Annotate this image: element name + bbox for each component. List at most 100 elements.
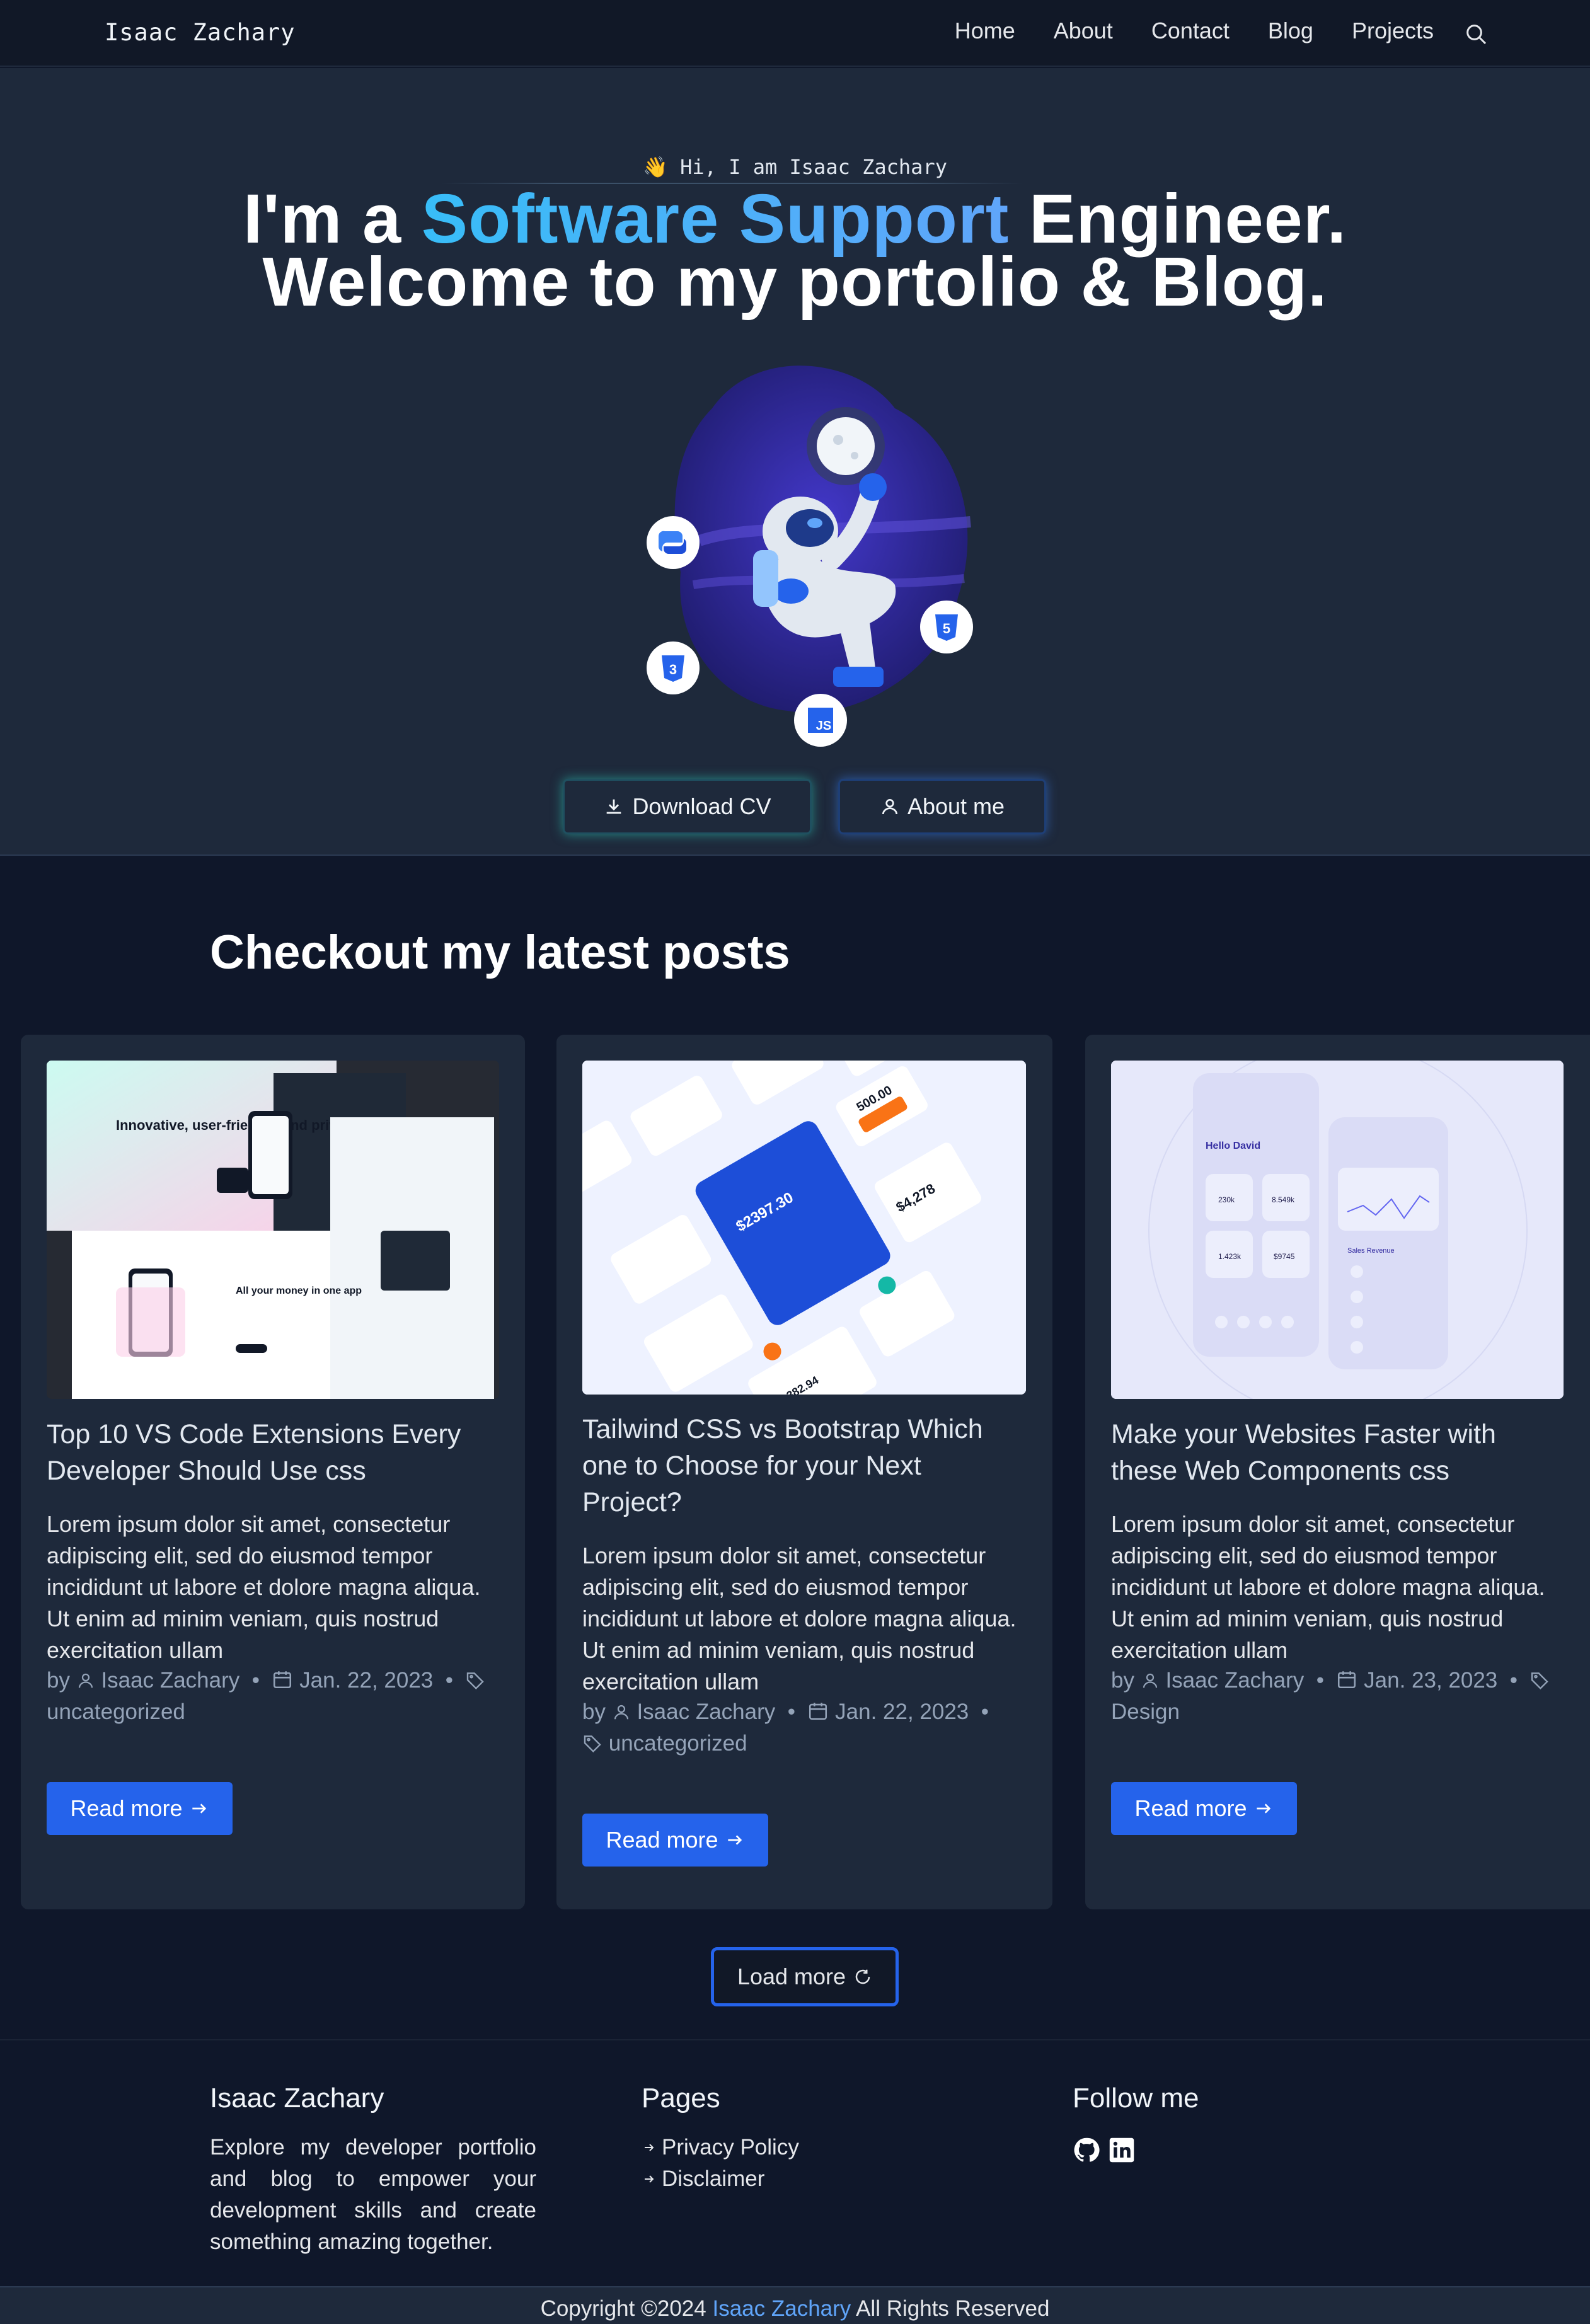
meta-category[interactable]: uncategorized	[47, 1700, 185, 1724]
footer-pages-list: Privacy Policy Disclaimer	[642, 2132, 799, 2195]
user-icon	[882, 799, 897, 815]
post-title[interactable]: Tailwind CSS vs Bootstrap Which one to C…	[582, 1411, 1026, 1521]
python-icon	[647, 516, 700, 569]
read-more-button[interactable]: Read more	[1111, 1782, 1297, 1835]
meta-category[interactable]: uncategorized	[609, 1731, 747, 1756]
read-more-label: Read more	[70, 1795, 183, 1821]
nav-contact[interactable]: Contact	[1151, 18, 1230, 44]
footer-link-label: Privacy Policy	[662, 2135, 799, 2160]
nav-about[interactable]: About	[1054, 18, 1113, 44]
download-cv-label: Download CV	[632, 793, 771, 819]
image-text: Sales Revenue	[1347, 1247, 1395, 1255]
download-icon	[607, 799, 621, 814]
meta-author[interactable]: Isaac Zachary	[637, 1700, 775, 1724]
copyright-suffix: All Rights Reserved	[856, 2296, 1050, 2321]
copyright-prefix: Copyright ©2024	[540, 2296, 706, 2321]
astronaut-illustration: 5 3 JS	[647, 365, 973, 747]
meta-by: by	[47, 1668, 70, 1693]
top-navbar: Isaac Zachary Home About Contact Blog Pr…	[0, 0, 1590, 67]
user-icon	[78, 1673, 93, 1688]
load-more-button[interactable]: Load more	[711, 1947, 899, 2006]
footer-about-text: Explore my developer portfolio and blog …	[210, 2135, 536, 2254]
copyright-text: Copyright ©2024 Isaac Zachary All Rights…	[0, 2296, 1590, 2321]
footer-link-disclaimer[interactable]: Disclaimer	[642, 2163, 799, 2195]
read-more-label: Read more	[606, 1827, 718, 1853]
post-excerpt: Lorem ipsum dolor sit amet, consectetur …	[582, 1543, 1017, 1694]
svg-text:JS: JS	[816, 719, 831, 733]
footer-divider	[0, 2039, 1590, 2040]
about-me-button[interactable]: About me	[838, 779, 1046, 834]
post-card: $2397.30 500.00 $4,278 $32,382.94 Tailwi…	[556, 1035, 1052, 1909]
load-more-label: Load more	[737, 1964, 846, 1989]
calendar-icon	[809, 1703, 827, 1720]
footer-link-privacy[interactable]: Privacy Policy	[642, 2132, 799, 2163]
html5-icon: 5	[920, 601, 973, 653]
nav-blog[interactable]: Blog	[1268, 18, 1313, 44]
image-text: Hello David	[1206, 1141, 1260, 1151]
hero-headline: I'm a Software Support Engineer. Welcome…	[0, 185, 1590, 317]
footer-about-title: Isaac Zachary	[210, 2083, 384, 2114]
nav-home[interactable]: Home	[955, 18, 1015, 44]
meta-author[interactable]: Isaac Zachary	[101, 1668, 239, 1693]
refresh-icon	[855, 1969, 870, 1984]
meta-date: Jan. 23, 2023	[1364, 1668, 1498, 1693]
hero-greeting: 👋 Hi, I am Isaac Zachary	[643, 155, 947, 179]
user-icon	[1143, 1673, 1157, 1688]
footer-social-links	[1073, 2136, 1136, 2164]
image-text: $9745	[1274, 1252, 1295, 1261]
post-card: Hello David 230k 8.549k 1.423k $9745 Sal…	[1085, 1035, 1590, 1909]
meta-by: by	[582, 1700, 606, 1724]
about-me-label: About me	[907, 793, 1005, 819]
svg-text:3: 3	[669, 662, 677, 677]
read-more-label: Read more	[1134, 1795, 1247, 1821]
meta-author[interactable]: Isaac Zachary	[1165, 1668, 1304, 1693]
post-thumbnail[interactable]: Hello David 230k 8.549k 1.423k $9745 Sal…	[1111, 1061, 1564, 1399]
meta-date: Jan. 22, 2023	[299, 1668, 434, 1693]
download-cv-button[interactable]: Download CV	[563, 779, 812, 834]
image-text: 1.423k	[1218, 1252, 1241, 1261]
meta-by: by	[1111, 1668, 1134, 1693]
image-text: Innovative, user-friendly, and private.	[116, 1117, 360, 1133]
svg-text:5: 5	[943, 621, 950, 636]
post-card: Innovative, user-friendly, and private. …	[21, 1035, 525, 1909]
footer-pages-title: Pages	[642, 2083, 720, 2114]
meta-date: Jan. 22, 2023	[835, 1700, 969, 1724]
arrow-right-icon	[1256, 1803, 1270, 1814]
tag-icon	[1531, 1672, 1549, 1690]
post-meta: by Isaac Zachary • Jan. 23, 2023 • Desig…	[1111, 1665, 1571, 1728]
read-more-button[interactable]: Read more	[582, 1814, 768, 1867]
post-excerpt: Lorem ipsum dolor sit amet, consectetur …	[1111, 1511, 1545, 1663]
meta-category[interactable]: Design	[1111, 1700, 1180, 1724]
post-thumbnail[interactable]: $2397.30 500.00 $4,278 $32,382.94	[582, 1061, 1026, 1395]
arrow-right-icon	[192, 1803, 206, 1814]
calendar-icon	[1338, 1671, 1356, 1689]
brand-logo[interactable]: Isaac Zachary	[105, 19, 296, 46]
tag-icon	[467, 1672, 485, 1690]
footer-follow-title: Follow me	[1073, 2083, 1199, 2114]
calendar-icon	[274, 1671, 292, 1689]
css3-icon: 3	[647, 641, 700, 694]
post-meta: by Isaac Zachary • Jan. 22, 2023 • uncat…	[582, 1700, 989, 1756]
post-excerpt: Lorem ipsum dolor sit amet, consectetur …	[47, 1511, 481, 1663]
image-text: 8.549k	[1272, 1195, 1295, 1204]
post-title[interactable]: Top 10 VS Code Extensions Every Develope…	[47, 1416, 499, 1489]
read-more-button[interactable]: Read more	[47, 1782, 233, 1835]
user-icon	[614, 1705, 628, 1720]
arrow-right-icon	[645, 2175, 654, 2183]
post-thumbnail[interactable]: Innovative, user-friendly, and private. …	[47, 1061, 499, 1399]
nav-links: Home About Contact Blog Projects	[955, 18, 1434, 44]
tag-icon	[584, 1735, 601, 1753]
linkedin-icon[interactable]	[1108, 2136, 1136, 2164]
image-text: All your money in one app	[236, 1286, 362, 1296]
copyright-name-link[interactable]: Isaac Zachary	[712, 2296, 851, 2321]
arrow-right-icon	[645, 2144, 654, 2151]
javascript-icon: JS	[794, 694, 847, 747]
github-icon[interactable]	[1073, 2136, 1100, 2164]
arrow-right-icon	[727, 1835, 742, 1845]
nav-projects[interactable]: Projects	[1352, 18, 1434, 44]
image-text: 230k	[1218, 1195, 1235, 1204]
search-icon[interactable]	[1463, 21, 1489, 47]
post-title[interactable]: Make your Websites Faster with these Web…	[1111, 1416, 1564, 1489]
headline-line2: Welcome to my portolio & Blog.	[262, 243, 1328, 321]
posts-section-title: Checkout my latest posts	[210, 926, 790, 979]
